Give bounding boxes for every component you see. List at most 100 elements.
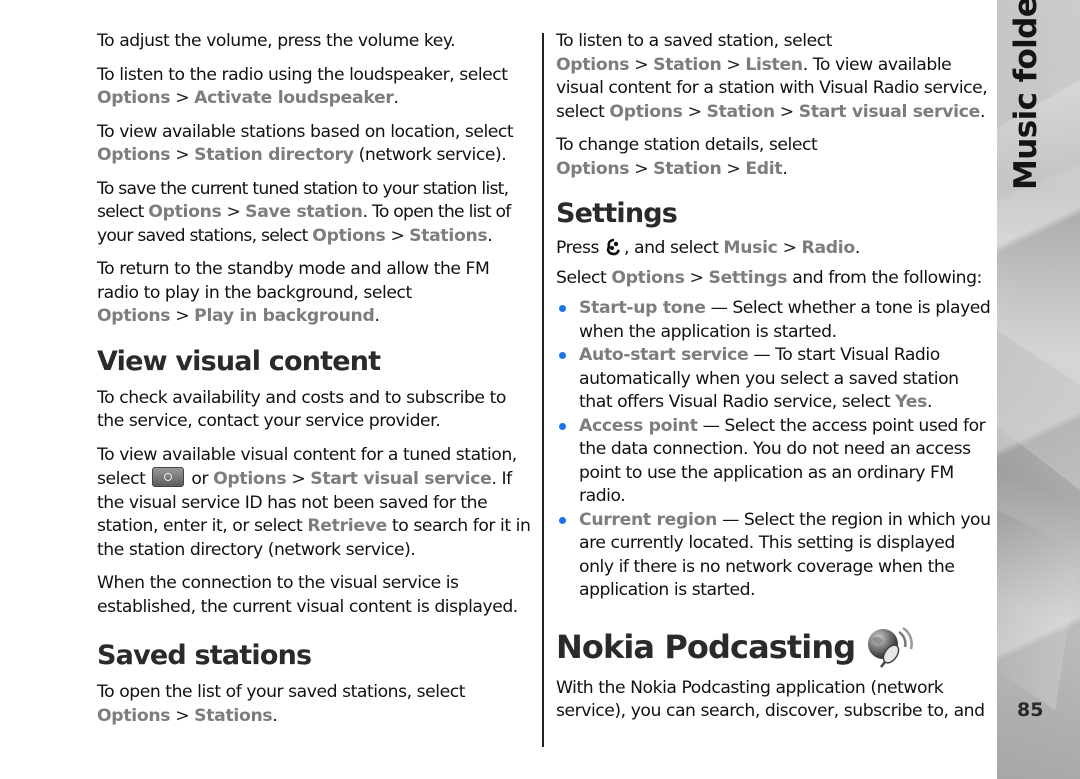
menu-separator: >: [175, 705, 190, 726]
setting-term: Auto-start service: [579, 345, 749, 365]
nokia-podcasting-heading: Nokia Podcasting: [556, 625, 992, 669]
menu-key-icon: [606, 238, 621, 256]
text: (network service).: [353, 145, 507, 165]
text: Select: [556, 267, 612, 288]
text: .: [393, 88, 399, 108]
saved-stations-heading: Saved stations: [97, 640, 312, 671]
text: Press: [556, 238, 604, 258]
volume-paragraph: To adjust the volume, press the volume k…: [97, 31, 456, 51]
menu-term: Retrieve: [307, 516, 387, 536]
text: or: [186, 469, 214, 489]
menu-term: Options: [556, 54, 630, 75]
right-column: To listen to a saved station, select Opt…: [556, 30, 992, 734]
menu-separator: >: [726, 158, 741, 179]
bullet-icon: [559, 305, 566, 312]
settings-item-auto-start: Auto-start service — To start Visual Rad…: [556, 344, 992, 415]
text: .: [374, 306, 380, 326]
column-divider: [542, 33, 544, 747]
menu-term: Options: [556, 158, 630, 179]
menu-term: Options: [611, 267, 685, 288]
decorative-shard: [997, 510, 1080, 710]
menu-separator: >: [687, 101, 702, 122]
podcasting-app-icon: [868, 626, 914, 668]
station-directory-paragraph: To view available stations based on loca…: [97, 121, 533, 168]
loudspeaker-paragraph: To listen to the radio using the loudspe…: [97, 64, 533, 111]
visual-radio-key-icon: [152, 467, 185, 487]
menu-separator: >: [782, 238, 797, 258]
menu-separator: >: [226, 202, 241, 222]
podcasting-intro-paragraph: With the Nokia Podcasting application (n…: [556, 677, 985, 722]
settings-list: Start-up tone — Select whether a tone is…: [556, 297, 992, 603]
menu-term: Yes: [895, 392, 928, 412]
page-number: 85: [1017, 699, 1044, 721]
text: To open the list of your saved stations,…: [97, 682, 465, 702]
menu-separator: >: [175, 145, 190, 165]
bullet-icon: [559, 352, 566, 359]
text: .: [979, 101, 985, 122]
bullet-icon: [559, 516, 566, 524]
menu-separator: >: [726, 54, 741, 75]
setting-term: Access point: [579, 415, 698, 436]
menu-term: Station: [706, 101, 776, 122]
menu-term: Music: [723, 238, 778, 258]
save-station-paragraph: To save the current tuned station to you…: [97, 178, 533, 249]
press-menu-paragraph: Press , and select Music > Radio.: [556, 237, 992, 261]
menu-term: Options: [312, 225, 386, 246]
menu-term: Options: [97, 705, 171, 726]
text: To listen to the radio using the loudspe…: [97, 64, 508, 85]
menu-term: Options: [97, 306, 171, 326]
background-play-paragraph: To return to the standby mode and allow …: [97, 258, 533, 329]
connection-paragraph: When the connection to the visual servic…: [97, 573, 518, 617]
menu-term: Station directory: [194, 145, 354, 165]
menu-term: Edit: [745, 158, 783, 179]
menu-term: Stations: [409, 225, 488, 246]
menu-separator: >: [291, 469, 306, 489]
setting-term: Current region: [579, 509, 718, 530]
text: .: [487, 225, 493, 246]
menu-term: Listen: [745, 54, 803, 75]
text: , and select: [624, 238, 724, 258]
saved-stations-paragraph: To open the list of your saved stations,…: [97, 681, 533, 728]
text: .: [272, 705, 278, 726]
menu-term: Settings: [708, 267, 788, 288]
menu-term: Options: [97, 88, 171, 108]
menu-term: Activate loudspeaker: [194, 88, 394, 108]
settings-heading: Settings: [556, 198, 678, 229]
menu-separator: >: [779, 101, 794, 122]
text: To listen to a saved station, select: [556, 31, 832, 51]
menu-term: Options: [97, 145, 171, 165]
section-title: Music folder: [1008, 0, 1044, 190]
listen-saved-station-paragraph: To listen to a saved station, select Opt…: [556, 30, 992, 124]
text: To change station details, select: [556, 135, 818, 155]
menu-term: Station: [653, 158, 722, 179]
menu-term: Options: [213, 469, 287, 489]
heading-text: Nokia Podcasting: [556, 627, 856, 666]
availability-paragraph: To check availability and costs and to s…: [97, 387, 506, 432]
view-visual-content-heading: View visual content: [97, 345, 381, 377]
menu-separator: >: [175, 306, 190, 326]
visual-content-paragraph: To view available visual content for a t…: [97, 444, 533, 563]
text: To view available stations based on loca…: [97, 121, 514, 142]
menu-term: Options: [148, 202, 222, 222]
left-column: To adjust the volume, press the volume k…: [97, 30, 533, 738]
text: To return to the standby mode and allow …: [97, 259, 490, 303]
text: .: [854, 238, 860, 258]
bullet-icon: [559, 422, 566, 430]
menu-term: Station: [653, 54, 722, 75]
menu-term: Options: [609, 101, 683, 122]
settings-item-current-region: Current region — Select the region in wh…: [556, 509, 992, 603]
menu-separator: >: [175, 88, 190, 108]
menu-separator: >: [689, 267, 704, 288]
menu-term: Play in background: [194, 306, 375, 326]
menu-separator: >: [634, 158, 649, 179]
text: .: [927, 392, 933, 412]
decorative-shard: [997, 330, 1080, 490]
menu-separator: >: [390, 225, 405, 246]
menu-term: Save station: [245, 202, 363, 222]
menu-term: Start visual service: [798, 101, 981, 122]
menu-term: Stations: [194, 705, 273, 726]
change-station-paragraph: To change station details, select Option…: [556, 134, 992, 181]
text: .: [782, 158, 788, 179]
select-settings-paragraph: Select Options > Settings and from the fol…: [556, 267, 992, 291]
settings-item-access-point: Access point — Select the access point u…: [556, 415, 992, 509]
